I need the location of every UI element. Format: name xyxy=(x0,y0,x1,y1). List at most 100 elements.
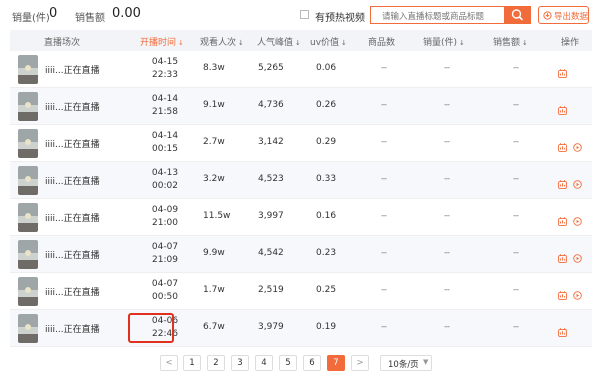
goods-cell: -- xyxy=(381,285,387,295)
uv-cell: 0.06 xyxy=(316,63,337,73)
amount-cell: -- xyxy=(513,137,519,147)
qty-cell: -- xyxy=(444,137,450,147)
table-row: iiii...正在直播 04-13 00:02 3.2w 4,523 0.33 -- -- -- xyxy=(10,162,592,199)
preheat-checkbox[interactable] xyxy=(300,10,309,19)
views-cell: 9.1w xyxy=(203,100,225,110)
start-time: 04-09 21:00 xyxy=(151,205,179,228)
views-cell: 9.9w xyxy=(203,248,225,258)
search-icon xyxy=(511,9,523,21)
peak-cell: 2,519 xyxy=(258,285,284,295)
pagination: < 1 2 3 4 5 6 7 > 10条/页 ▼ xyxy=(0,355,600,373)
start-time: 04-07 21:09 xyxy=(151,242,179,265)
live-thumbnail[interactable] xyxy=(18,277,38,306)
export-label: 导出数据 xyxy=(554,12,589,22)
qty-cell: -- xyxy=(444,100,450,110)
live-thumbnail[interactable] xyxy=(18,314,38,343)
live-thumbnail[interactable] xyxy=(18,203,38,232)
chart-icon[interactable] xyxy=(558,137,567,156)
live-thumbnail[interactable] xyxy=(18,166,38,195)
play-icon[interactable] xyxy=(573,137,582,156)
session-name[interactable]: iiii...正在直播 xyxy=(45,63,100,76)
col-goods: 商品数 xyxy=(368,38,396,48)
col-actions: 操作 xyxy=(561,38,580,48)
col-qty[interactable]: 销量(件) ↓ xyxy=(423,35,465,48)
session-name[interactable]: iiii...正在直播 xyxy=(45,100,100,113)
chevron-down-icon: ▼ xyxy=(423,358,429,366)
table-row: iiii...正在直播 04-14 21:58 9.1w 4,736 0.26 -- -- -- xyxy=(10,88,592,125)
qty-cell: -- xyxy=(444,63,450,73)
col-amount[interactable]: 销售额 ↓ xyxy=(493,35,528,48)
start-time: 04-14 00:15 xyxy=(151,131,179,154)
uv-cell: 0.33 xyxy=(316,174,337,184)
export-button[interactable]: 导出数据 xyxy=(538,6,589,24)
session-name[interactable]: iiii...正在直播 xyxy=(45,174,100,187)
goods-cell: -- xyxy=(381,100,387,110)
page-button-2[interactable]: 2 xyxy=(207,355,225,371)
page-button-3[interactable]: 3 xyxy=(231,355,249,371)
session-name[interactable]: iiii...正在直播 xyxy=(45,285,100,298)
session-name[interactable]: iiii...正在直播 xyxy=(45,137,100,150)
play-icon[interactable] xyxy=(573,285,582,304)
preheat-label[interactable]: 有预热视频 xyxy=(315,9,365,24)
peak-cell: 3,142 xyxy=(258,137,284,147)
qty-cell: -- xyxy=(444,174,450,184)
page-button-5[interactable]: 5 xyxy=(279,355,297,371)
amount-cell: -- xyxy=(513,63,519,73)
session-name[interactable]: iiii...正在直播 xyxy=(45,211,100,224)
uv-cell: 0.29 xyxy=(316,137,337,147)
start-time: 04-15 22:33 xyxy=(151,57,179,80)
qty-cell: -- xyxy=(444,285,450,295)
prev-page-button[interactable]: < xyxy=(160,355,178,371)
page-button-6[interactable]: 6 xyxy=(303,355,321,371)
col-uv[interactable]: uv价值 ↓ xyxy=(310,35,347,48)
next-page-button[interactable]: > xyxy=(351,355,369,371)
amount-cell: -- xyxy=(513,285,519,295)
col-peak[interactable]: 人气峰值 ↓ xyxy=(257,35,301,48)
sales-qty-label: 销量(件) xyxy=(12,13,50,24)
table-header: 直播场次 开播时间 ↓ 观看人次 ↓ 人气峰值 ↓ uv价值 ↓ 商品数 销量(件) ↓ … xyxy=(10,30,592,51)
page-button-7[interactable]: 7 xyxy=(327,355,345,371)
play-icon[interactable] xyxy=(573,248,582,267)
uv-cell: 0.26 xyxy=(316,100,337,110)
goods-cell: -- xyxy=(381,322,387,332)
play-icon[interactable] xyxy=(573,211,582,230)
chart-icon[interactable] xyxy=(558,211,567,230)
views-cell: 2.7w xyxy=(203,137,225,147)
page-button-4[interactable]: 4 xyxy=(255,355,273,371)
chart-icon[interactable] xyxy=(558,174,567,193)
page-button-1[interactable]: 1 xyxy=(183,355,201,371)
views-cell: 6.7w xyxy=(203,322,225,332)
chart-icon[interactable] xyxy=(558,100,567,119)
export-icon xyxy=(543,11,552,20)
peak-cell: 3,979 xyxy=(258,322,284,332)
col-session: 直播场次 xyxy=(44,38,81,48)
start-time: 04-07 00:50 xyxy=(151,279,179,302)
start-time: 04-14 21:58 xyxy=(151,94,179,117)
search-button[interactable] xyxy=(504,6,531,24)
col-views[interactable]: 观看人次 ↓ xyxy=(200,35,244,48)
live-thumbnail[interactable] xyxy=(18,92,38,121)
start-time: 04-13 00:02 xyxy=(151,168,179,191)
session-name[interactable]: iiii...正在直播 xyxy=(45,248,100,261)
col-start-time[interactable]: 开播时间 ↓ xyxy=(140,35,184,48)
session-name[interactable]: iiii...正在直播 xyxy=(45,322,100,335)
table-row: iiii...正在直播 04-09 21:00 11.5w 3,997 0.16 -- -- -… xyxy=(10,199,592,236)
live-thumbnail[interactable] xyxy=(18,129,38,158)
peak-cell: 4,542 xyxy=(258,248,284,258)
qty-cell: -- xyxy=(444,211,450,221)
goods-cell: -- xyxy=(381,211,387,221)
chart-icon[interactable] xyxy=(558,285,567,304)
goods-cell: -- xyxy=(381,137,387,147)
search-input[interactable] xyxy=(370,6,505,24)
views-cell: 1.7w xyxy=(203,285,225,295)
chart-icon[interactable] xyxy=(558,248,567,267)
sales-amt-value: 0.00 xyxy=(112,6,141,21)
play-icon[interactable] xyxy=(573,174,582,193)
chart-icon[interactable] xyxy=(558,63,567,82)
amount-cell: -- xyxy=(513,248,519,258)
live-thumbnail[interactable] xyxy=(18,55,38,84)
table-row: iiii...正在直播 04-14 00:15 2.7w 3,142 0.29 -- -- -- xyxy=(10,125,592,162)
live-thumbnail[interactable] xyxy=(18,240,38,269)
chart-icon[interactable] xyxy=(558,322,567,341)
uv-cell: 0.19 xyxy=(316,322,337,332)
